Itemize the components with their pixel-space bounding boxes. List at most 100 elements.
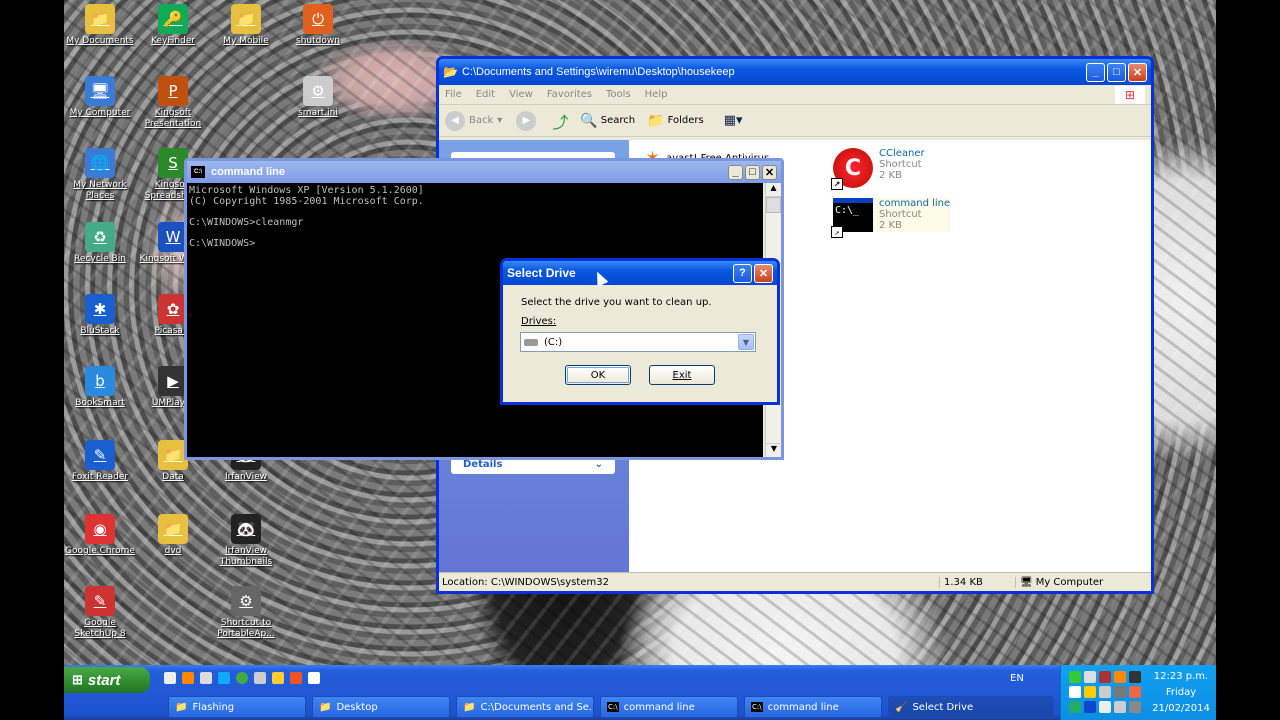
quicklaunch-icon[interactable]: [218, 672, 230, 684]
chevron-down-icon: ⌄: [594, 459, 603, 470]
back-button[interactable]: ◀ Back ▾: [445, 110, 502, 131]
desktop-icon[interactable]: 🌐 My Network Places: [64, 148, 136, 202]
command-line-name: command line: [879, 198, 951, 209]
desktop-icon[interactable]: ✎ Foxit Reader: [64, 440, 136, 483]
command-titlebar[interactable]: C:\ command line _ □ ✕: [187, 161, 781, 183]
close-button[interactable]: ✕: [762, 164, 777, 180]
bluetooth-icon[interactable]: [1084, 701, 1096, 713]
file-item-command-line[interactable]: C:\_ ↗ command line Shortcut 2 KB: [831, 198, 951, 238]
chevron-down-icon[interactable]: ▼: [738, 334, 754, 350]
language-indicator[interactable]: EN: [1010, 673, 1024, 684]
desktop-icon[interactable]: 🖥 My Computer: [64, 76, 136, 119]
desktop-icon[interactable]: 📁 My Documents: [64, 4, 136, 47]
help-button[interactable]: ?: [733, 263, 752, 283]
close-button[interactable]: ✕: [754, 263, 773, 283]
close-button[interactable]: ✕: [1128, 62, 1147, 82]
tray-icon[interactable]: [1069, 701, 1081, 713]
up-folder-icon[interactable]: ⤴: [552, 109, 568, 133]
shortcut-arrow-icon: ↗: [831, 178, 843, 190]
folders-button[interactable]: 📁 Folders: [647, 113, 704, 129]
desktop-icon[interactable]: ⚙ smart.ini: [282, 76, 354, 119]
menu-edit[interactable]: Edit: [476, 89, 495, 100]
quicklaunch-icon[interactable]: [254, 672, 266, 684]
desktop-icon[interactable]: ◉ Google Chrome: [64, 514, 136, 557]
exit-button[interactable]: Exit: [649, 365, 715, 385]
tray-icon[interactable]: [1099, 701, 1111, 713]
menu-help[interactable]: Help: [645, 89, 668, 100]
minimize-button[interactable]: _: [728, 164, 743, 180]
maximize-button[interactable]: □: [745, 164, 760, 180]
minimize-button[interactable]: _: [1086, 62, 1105, 82]
quicklaunch-icon[interactable]: [164, 672, 176, 684]
desktop-icon[interactable]: ⚙ Shortcut to PortableAp...: [210, 586, 282, 640]
ccleaner-icon: C ↗: [831, 148, 873, 190]
desktop-icon-image: ✎: [85, 586, 115, 616]
quicklaunch-icon[interactable]: [182, 672, 194, 684]
desktop-icon[interactable]: P Kingsoft Presentation: [137, 76, 209, 130]
quicklaunch-icon[interactable]: [200, 672, 212, 684]
forward-button[interactable]: ▶: [516, 110, 537, 131]
desktop-icon[interactable]: ✱ BluStack: [64, 294, 136, 337]
command-line-type: Shortcut: [879, 209, 922, 220]
explorer-titlebar[interactable]: 📂 C:\Documents and Settings\wiremu\Deskt…: [439, 59, 1151, 85]
task-select-drive[interactable]: 🧹 Select Drive: [888, 696, 1054, 718]
console-line: C:\WINDOWS>cleanmgr: [189, 217, 304, 228]
dialog-titlebar[interactable]: Select Drive ? ✕: [503, 261, 777, 285]
desktop-icon-image: 📁: [158, 514, 188, 544]
desktop-icon[interactable]: b BookSmart: [64, 366, 136, 409]
menu-tools[interactable]: Tools: [606, 89, 631, 100]
status-computer: 🖥 My Computer: [1015, 576, 1103, 588]
tray-icon[interactable]: [1129, 701, 1141, 713]
console-line: Microsoft Windows XP [Version 5.1.2600]: [189, 185, 424, 196]
menu-view[interactable]: View: [509, 89, 533, 100]
desktop-icon-label: IrfanView Thumbnails: [219, 546, 273, 567]
folder-icon: 📁: [319, 701, 332, 713]
quicklaunch-icon[interactable]: [272, 672, 284, 684]
desktop-icon[interactable]: ♻ Recycle Bin: [64, 222, 136, 265]
start-button[interactable]: ⊞ start: [64, 667, 150, 693]
file-item-ccleaner[interactable]: C ↗ CCleaner Shortcut 2 KB: [831, 148, 925, 190]
scroll-thumb[interactable]: [766, 197, 781, 213]
desktop-icon-label: Kingsoft Presentation: [144, 108, 202, 129]
quicklaunch-icon[interactable]: [290, 672, 302, 684]
tray-icon[interactable]: [1114, 671, 1126, 683]
task-command-line-1[interactable]: C:\ command line: [600, 696, 738, 718]
tray-icon[interactable]: [1099, 686, 1111, 698]
scroll-down-icon[interactable]: ▼: [766, 443, 782, 457]
ok-button[interactable]: OK: [565, 365, 631, 385]
tray-icon[interactable]: [1099, 671, 1111, 683]
menu-file[interactable]: File: [445, 89, 462, 100]
desktop-icon[interactable]: 📁 dvd: [137, 514, 209, 557]
menu-bar: File Edit View Favorites Tools Help ⊞: [439, 85, 1151, 105]
task-command-line-2[interactable]: C:\ command line: [744, 696, 882, 718]
chrome-icon[interactable]: [236, 672, 248, 684]
search-button[interactable]: 🔍 Search: [580, 113, 635, 129]
scroll-up-icon[interactable]: ▲: [766, 183, 781, 197]
folders-icon: 📁: [647, 112, 665, 129]
menu-favorites[interactable]: Favorites: [547, 89, 592, 100]
views-button[interactable]: ▦▾: [724, 113, 743, 128]
task-explorer[interactable]: 📁 C:\Documents and Se...: [456, 696, 594, 718]
drive-select[interactable]: (C:) ▼: [520, 332, 756, 352]
tray-icon[interactable]: [1069, 686, 1081, 698]
maximize-button[interactable]: □: [1107, 62, 1126, 82]
desktop-icon[interactable]: ✎ Google SketchUp 8: [64, 586, 136, 640]
desktop-icon[interactable]: 🔑 KeyFinder: [137, 4, 209, 47]
tray-icons: [1069, 671, 1141, 713]
clock[interactable]: 12:23 p.m. Friday 21/02/2014: [1149, 669, 1213, 717]
quicklaunch-icon[interactable]: [308, 672, 320, 684]
tray-icon[interactable]: [1114, 686, 1126, 698]
task-desktop[interactable]: 📁 Desktop: [312, 696, 450, 718]
status-bar: Location: C:\WINDOWS\system32 1.34 KB 🖥 M…: [439, 572, 1151, 591]
volume-icon[interactable]: [1114, 701, 1126, 713]
desktop-icon[interactable]: 📁 My Mobile: [210, 4, 282, 47]
tray-icon[interactable]: [1129, 671, 1141, 683]
tray-icon[interactable]: [1129, 686, 1141, 698]
desktop-icon-image: ♻: [85, 222, 115, 252]
desktop-icon[interactable]: 🐼 IrfanView Thumbnails: [210, 514, 282, 568]
tray-icon[interactable]: [1084, 686, 1096, 698]
tray-icon[interactable]: [1084, 671, 1096, 683]
desktop-icon[interactable]: ⏻ shutdown: [282, 4, 354, 47]
task-flashing[interactable]: 📁 Flashing: [168, 696, 306, 718]
tray-icon[interactable]: [1069, 671, 1081, 683]
